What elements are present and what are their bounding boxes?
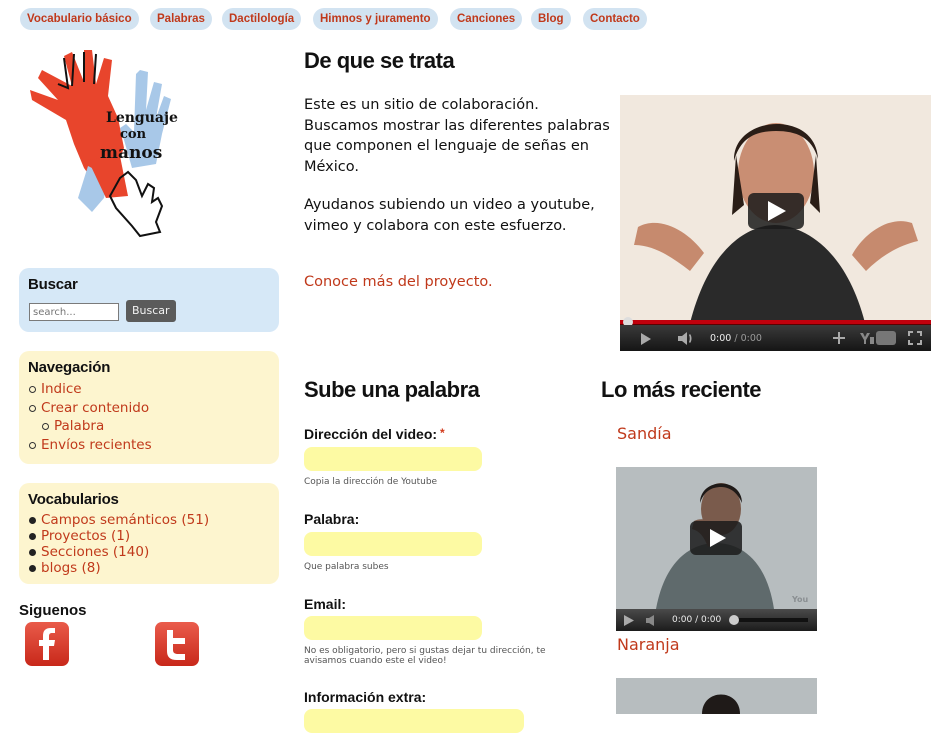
recent-video-frame-1: You [616,467,817,609]
play-icon[interactable] [640,333,652,345]
logo-line3: manos [100,143,162,163]
word-label: Palabra: [304,511,360,527]
main-video-controls: 0:00 / 0:00 [620,325,931,351]
email-label: Email: [304,596,347,612]
recent-video-1-watermark: You [791,595,809,604]
word-input[interactable] [304,532,482,556]
recent-video-1-progress[interactable] [728,614,810,626]
about-paragraph-2: Ayudanos subiendo un video a youtube, vi… [304,197,595,234]
vocab-link-proyectos[interactable]: Proyectos (1) [28,528,270,544]
navigation-title: Navegación [28,359,111,376]
recent-item-sandia[interactable]: Sandía [617,424,672,443]
volume-icon[interactable] [646,615,662,626]
volume-icon[interactable] [678,332,696,345]
nav-himnos-y-juramento[interactable]: Himnos y juramento [313,8,438,30]
logo-line1: Lenguaje [106,110,178,126]
search-box: Buscar Buscar [19,268,279,332]
recent-video-player-1[interactable]: You 0:00 / 0:00 [616,467,817,631]
about-more-link[interactable]: Conoce más del proyecto. [304,274,493,290]
vocab-link-secciones[interactable]: Secciones (140) [28,544,270,560]
youtube-logo-icon[interactable] [860,331,896,345]
recent-video-frame-2 [616,678,817,714]
search-button[interactable]: Buscar [126,300,176,322]
main-video-frame [620,95,931,327]
vocab-link-blogs[interactable]: blogs (8) [28,560,270,576]
nav-contacto[interactable]: Contacto [583,8,647,30]
main-video-time: 0:00 / 0:00 [710,333,762,344]
nav-dactilologia[interactable]: Dactilología [222,8,302,30]
video-url-label: Dirección del video: * [304,426,445,442]
vocab-link-campos[interactable]: Campos semánticos (51) [28,512,270,528]
facebook-icon[interactable] [25,622,69,666]
nav-blog[interactable]: Blog [531,8,571,30]
video-url-help: Copia la dirección de Youtube [304,477,438,487]
add-icon[interactable] [833,332,845,344]
vocabularies-list: Campos semánticos (51) Proyectos (1) Sec… [28,512,270,576]
recent-video-player-2[interactable] [616,678,817,714]
recent-title: Lo más reciente [601,377,762,402]
nav-link-palabra[interactable]: Palabra [28,417,270,436]
main-video-time-total: / 0:00 [734,333,762,344]
follow-title: Siguenos [19,602,87,619]
nav-palabras[interactable]: Palabras [150,8,212,30]
recent-video-1-controls: 0:00 / 0:00 [616,609,817,631]
about-title: De que se trata [304,48,455,73]
vocabularies-title: Vocabularios [28,491,119,508]
nav-vocabulario-basico[interactable]: Vocabulario básico [20,8,139,30]
video-url-input[interactable] [304,447,482,471]
recent-video-1-time: 0:00 / 0:00 [672,615,722,625]
main-video-player[interactable]: 0:00 / 0:00 [620,95,931,351]
recent-item-naranja[interactable]: Naranja [617,635,680,654]
extra-info-label: Información extra: [304,689,427,705]
email-help: No es obligatorio, pero si gustas dejar … [304,646,546,666]
vocabularies-box: Vocabularios Campos semánticos (51) Proy… [19,483,279,584]
play-icon[interactable] [624,615,634,626]
about-paragraph-1: Este es un sitio de colaboración. Buscam… [304,97,610,175]
fullscreen-icon[interactable] [908,331,922,345]
twitter-icon[interactable] [155,622,199,666]
required-mark: * [440,426,445,440]
navigation-list: Indice Crear contenido Palabra Envíos re… [28,380,270,454]
extra-info-input[interactable] [304,709,524,733]
nav-link-indice[interactable]: Indice [28,380,270,399]
navigation-box: Navegación Indice Crear contenido Palabr… [19,351,279,464]
search-title: Buscar [28,276,78,293]
logo-line2: con [120,127,147,142]
site-logo[interactable]: Lenguaje con manos [28,48,188,238]
word-help: Que palabra subes [304,562,389,572]
nav-link-envios-recientes[interactable]: Envíos recientes [28,436,270,455]
nav-canciones[interactable]: Canciones [450,8,523,30]
email-input[interactable] [304,616,482,640]
upload-title: Sube una palabra [304,377,480,402]
main-video-time-current: 0:00 [710,333,732,344]
nav-link-crear-contenido[interactable]: Crear contenido [28,399,270,418]
search-input[interactable] [29,303,119,321]
video-url-label-text: Dirección del video: [304,426,438,442]
